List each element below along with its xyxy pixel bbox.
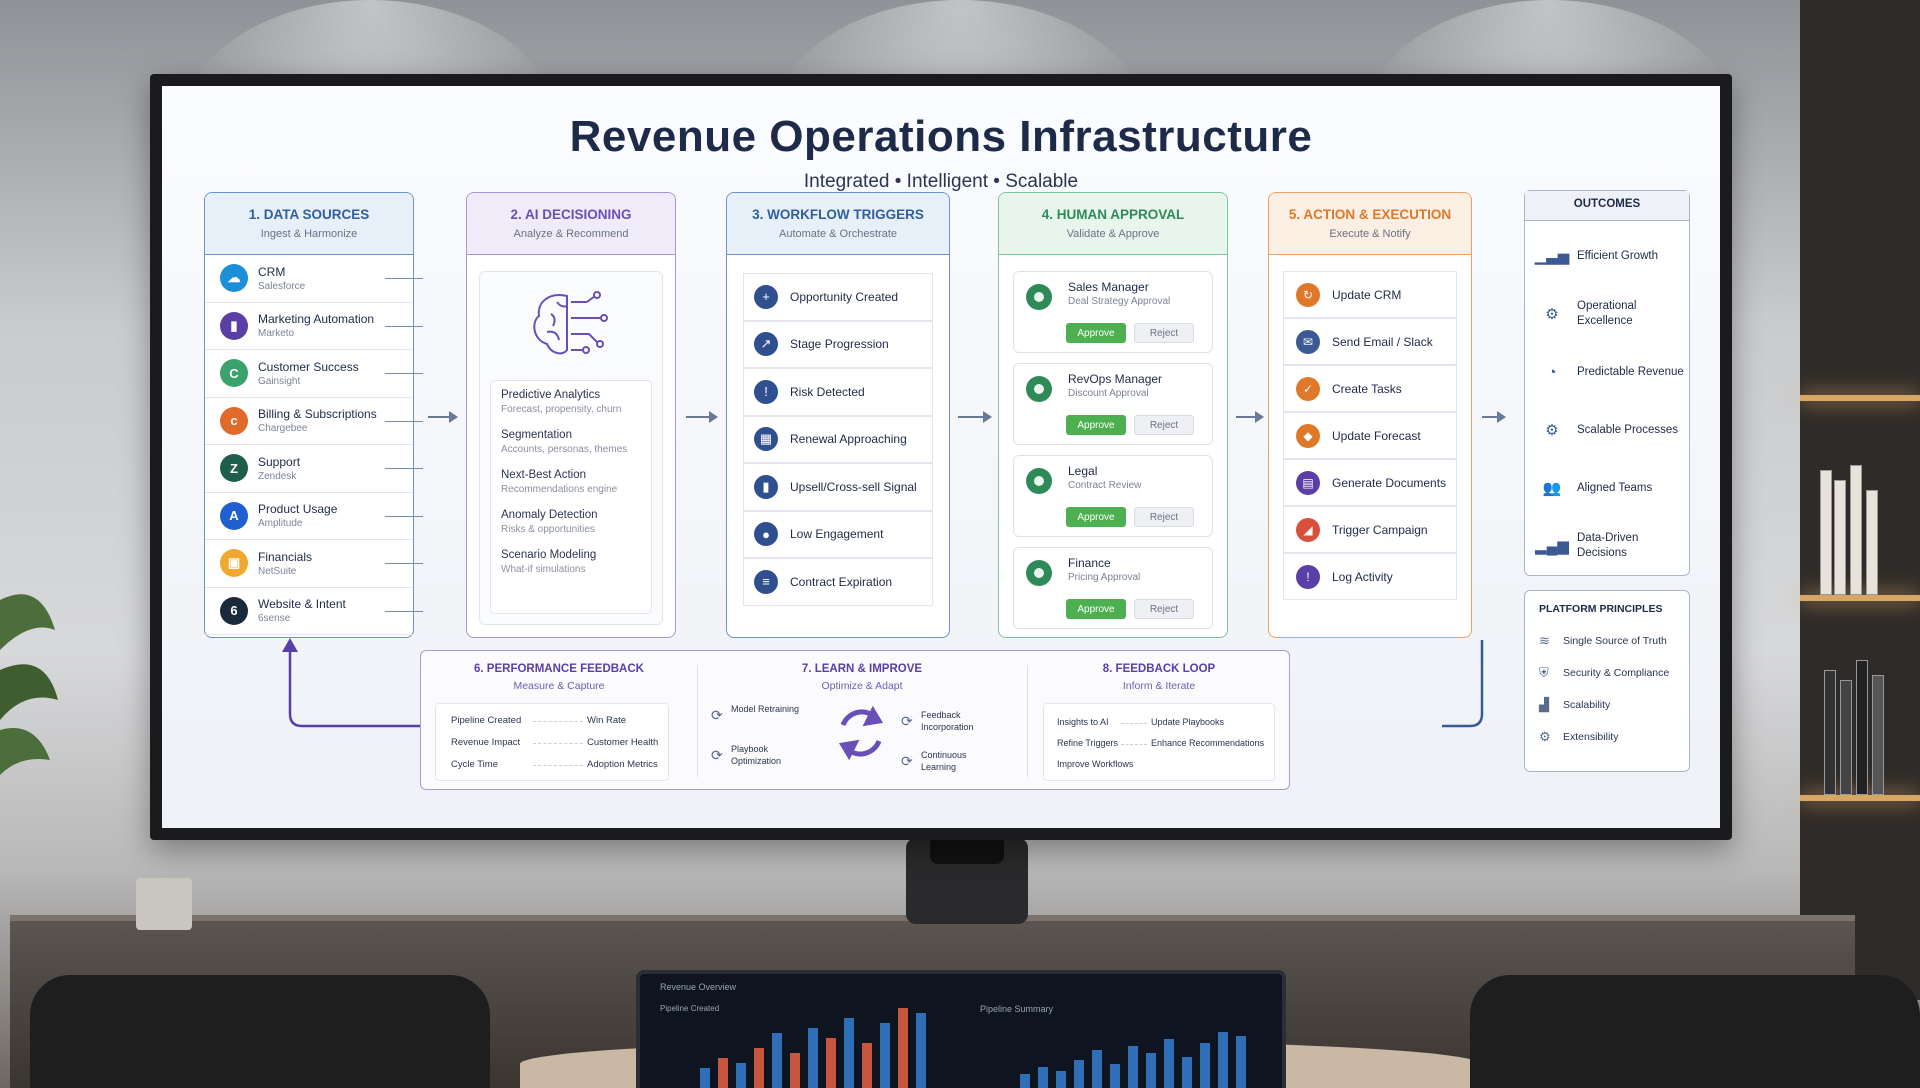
laptop-chart-bar: [1020, 1074, 1030, 1088]
laptop-chart-bar: [1200, 1042, 1210, 1088]
laptop-chart-bar: [880, 1023, 890, 1088]
laptop-chart-bar: [1218, 1032, 1228, 1088]
laptop-chart-bar: [1110, 1063, 1120, 1088]
chair-left: [30, 975, 490, 1088]
laptop-chart-bar: [1236, 1035, 1246, 1088]
potted-plant: [136, 878, 192, 930]
laptop-chart-bar: [808, 1028, 818, 1088]
performance-feedback-title: 6. PERFORMANCE FEEDBACK: [474, 663, 644, 675]
loop-label: Improve Workflows: [1057, 759, 1134, 769]
bookshelf: [1800, 0, 1920, 1000]
learn-item: Model Retraining: [731, 704, 800, 714]
laptop-chart-bar: [862, 1043, 872, 1088]
loop-divider: [1121, 744, 1147, 745]
metric-divider: [533, 743, 583, 744]
loop-label: Refine Triggers: [1057, 738, 1119, 748]
metric-label: Revenue Impact: [451, 737, 521, 748]
laptop-chart-bar: [1164, 1039, 1174, 1088]
performance-feedback-subtitle: Measure & Capture: [513, 680, 605, 692]
laptop-chart-bar: [916, 1013, 926, 1088]
laptop-chart-bar: [1182, 1056, 1192, 1088]
chair-right: [1470, 975, 1920, 1088]
laptop-chart-bar: [898, 1008, 908, 1088]
metric-label: Adoption Metrics: [587, 759, 658, 770]
metric-divider: [533, 721, 583, 722]
laptop-chart-bar: [1146, 1053, 1156, 1088]
learn-item: Continuous Learning: [921, 750, 967, 772]
laptop-chart-bar: [1074, 1060, 1084, 1088]
learn-item-icon: ⟳: [901, 713, 913, 729]
learn-improve-subtitle: Optimize & Adapt: [821, 680, 903, 692]
learn-item-icon: ⟳: [711, 747, 723, 763]
laptop-chart-bar: [844, 1018, 854, 1088]
loop-divider: [1121, 723, 1147, 724]
laptop-chart-bar: [772, 1033, 782, 1088]
loop-label: Update Playbooks: [1151, 717, 1225, 727]
refresh-cycle-icon: [838, 705, 884, 761]
laptop-chart-bar: [700, 1068, 710, 1088]
laptop-left-sub: Pipeline Created: [660, 1004, 720, 1013]
plant-left: [0, 594, 58, 775]
laptop-chart-bar: [1056, 1070, 1066, 1088]
learn-improve-title: 7. LEARN & IMPROVE: [801, 663, 923, 675]
laptop-chart-bar: [718, 1058, 728, 1088]
laptop-chart-bar: [826, 1038, 836, 1088]
loop-label: Enhance Recommendations: [1151, 738, 1265, 748]
laptop-right-title: Pipeline Summary: [980, 1004, 1054, 1014]
feedback-band: 6. PERFORMANCE FEEDBACK Measure & Captur…: [420, 650, 1290, 790]
learn-item: Playbook Optimization: [731, 744, 782, 766]
feedback-loop-title: 8. FEEDBACK LOOP: [1102, 663, 1216, 675]
laptop-chart-bar: [1092, 1049, 1102, 1088]
camera-mount: [906, 834, 1028, 924]
laptop-left-title: Revenue Overview: [660, 982, 737, 992]
laptop-chart-bar: [1038, 1067, 1048, 1088]
metric-label: Customer Health: [587, 737, 659, 748]
learn-item-icon: ⟳: [711, 707, 723, 723]
feedback-loop-subtitle: Inform & Iterate: [1122, 680, 1196, 692]
metric-label: Cycle Time: [451, 759, 498, 770]
laptop-chart-bar: [736, 1063, 746, 1088]
metric-label: Win Rate: [587, 715, 627, 726]
laptop-chart-bar: [754, 1048, 764, 1088]
laptop-chart-bar: [790, 1053, 800, 1088]
display-screen: Revenue Operations Infrastructure Integr…: [162, 86, 1720, 828]
laptop-screen: Revenue Overview Pipeline Created Pipeli…: [636, 970, 1286, 1088]
laptop-chart-bar: [1128, 1046, 1138, 1088]
metric-divider: [533, 765, 583, 766]
wall-display: Revenue Operations Infrastructure Integr…: [150, 74, 1732, 840]
learn-item: Feedback Incorporation: [921, 710, 974, 732]
learn-item-icon: ⟳: [901, 753, 913, 769]
metric-label: Pipeline Created: [451, 715, 522, 726]
loop-label: Insights to AI: [1057, 717, 1109, 727]
